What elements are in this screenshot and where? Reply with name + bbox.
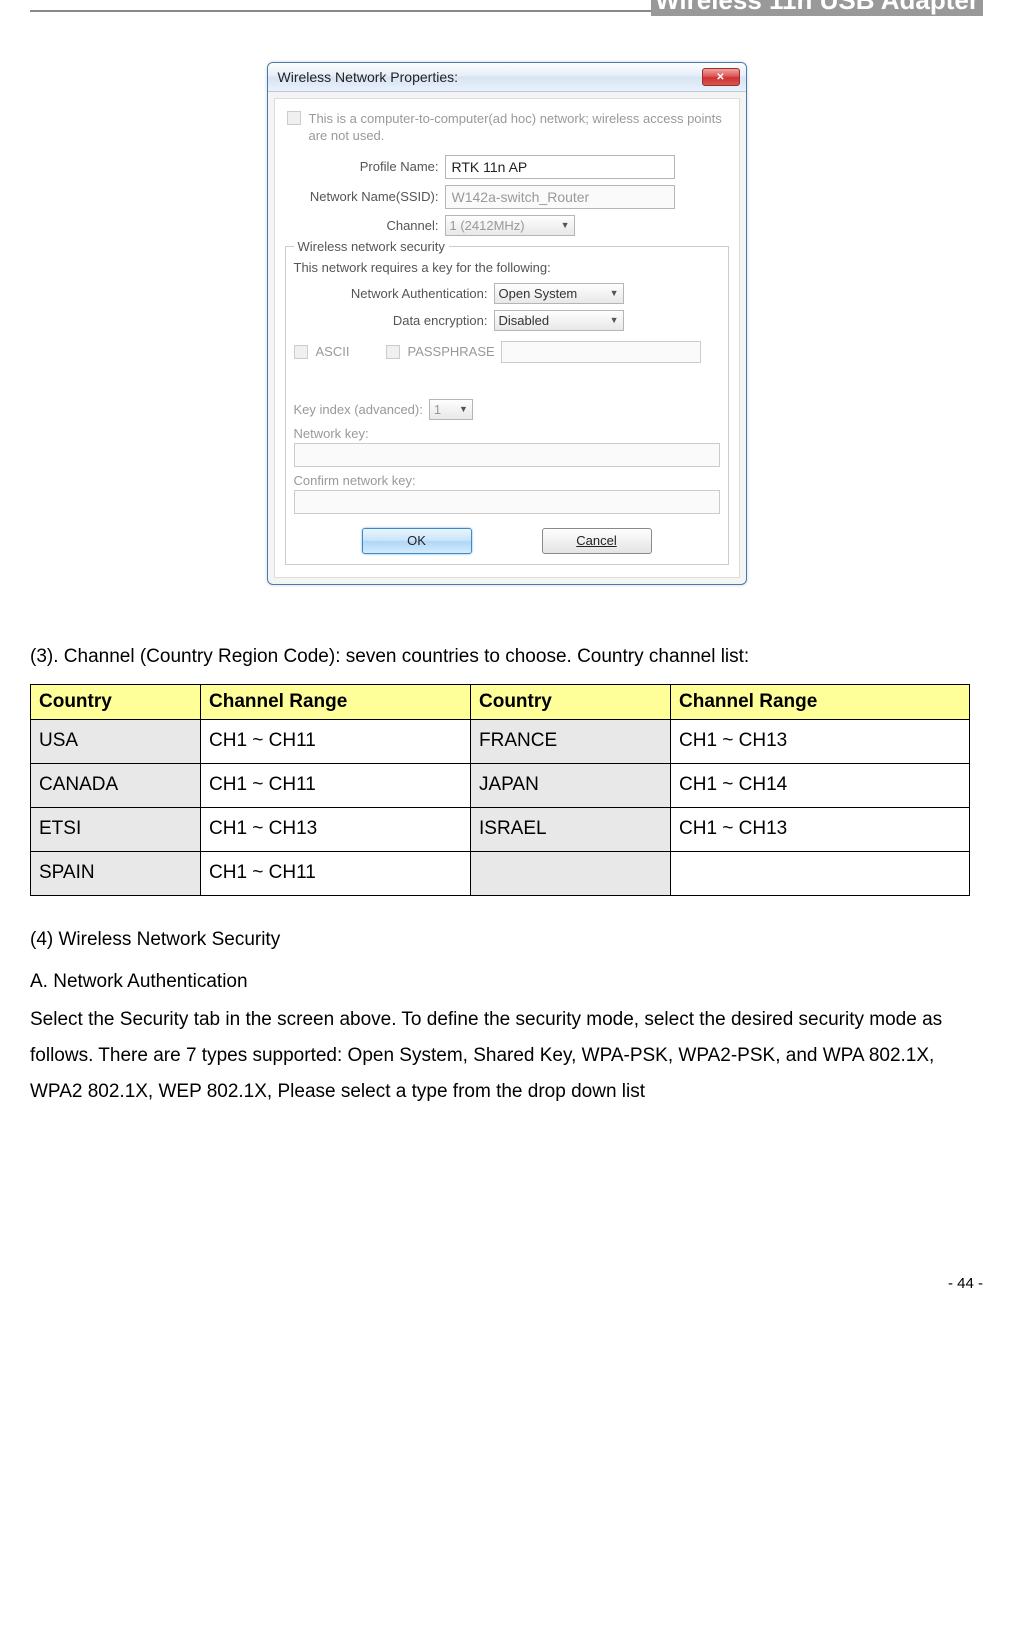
ascii-checkbox <box>294 345 308 359</box>
section4-sub: A. Network Authentication <box>30 964 983 1000</box>
table-header: Country <box>471 684 671 719</box>
table-row: SPAIN CH1 ~ CH11 <box>31 851 970 895</box>
netauth-label: Network Authentication: <box>294 286 494 301</box>
close-icon[interactable]: ✕ <box>702 68 740 86</box>
table-row: USA CH1 ~ CH11 FRANCE CH1 ~ CH13 <box>31 719 970 763</box>
country-channel-table: Country Channel Range Country Channel Ra… <box>30 684 970 896</box>
table-header: Country <box>31 684 201 719</box>
table-row: CANADA CH1 ~ CH11 JAPAN CH1 ~ CH14 <box>31 763 970 807</box>
confirmkey-label: Confirm network key: <box>294 473 720 488</box>
profile-name-label: Profile Name: <box>285 159 445 174</box>
section4-paragraph: Select the Security tab in the screen ab… <box>30 1002 983 1110</box>
security-groupbox: Wireless network security This network r… <box>285 246 729 565</box>
dataenc-select[interactable]: Disabled ▼ <box>494 310 624 331</box>
channel-label: Channel: <box>285 218 445 233</box>
table-row: ETSI CH1 ~ CH13 ISRAEL CH1 ~ CH13 <box>31 807 970 851</box>
ascii-label: ASCII <box>316 344 366 359</box>
netauth-value: Open System <box>499 286 578 301</box>
section3-intro: (3). Channel (Country Region Code): seve… <box>30 640 983 674</box>
passphrase-label: PASSPHRASE <box>408 344 495 359</box>
table-header: Channel Range <box>671 684 970 719</box>
passphrase-input <box>501 341 701 363</box>
security-group-title: Wireless network security <box>294 239 449 254</box>
ssid-input <box>445 185 675 209</box>
confirmkey-input <box>294 490 720 514</box>
chevron-down-icon: ▼ <box>610 315 619 325</box>
dialog-titlebar: Wireless Network Properties: ✕ <box>268 63 746 92</box>
section4-title: (4) Wireless Network Security <box>30 922 983 958</box>
page-header-title: Wireless 11n USB Adapter <box>651 0 983 16</box>
adhoc-checkbox[interactable] <box>287 111 301 125</box>
passphrase-checkbox <box>386 345 400 359</box>
wireless-properties-dialog: Wireless Network Properties: ✕ This is a… <box>267 62 747 585</box>
cancel-button[interactable]: Cancel <box>542 528 652 554</box>
chevron-down-icon: ▼ <box>459 404 468 414</box>
dataenc-label: Data encryption: <box>294 313 494 328</box>
netauth-select[interactable]: Open System ▼ <box>494 283 624 304</box>
table-header: Channel Range <box>201 684 471 719</box>
ssid-label: Network Name(SSID): <box>285 189 445 204</box>
chevron-down-icon: ▼ <box>561 220 570 230</box>
profile-name-input[interactable] <box>445 155 675 179</box>
dialog-title: Wireless Network Properties: <box>278 69 459 85</box>
page-number: - 44 - <box>948 1275 983 1292</box>
keyindex-select: 1 ▼ <box>429 399 473 420</box>
channel-select: 1 (2412MHz) ▼ <box>445 215 575 236</box>
networkkey-label: Network key: <box>294 426 720 441</box>
ok-button[interactable]: OK <box>362 528 472 554</box>
dataenc-value: Disabled <box>499 313 550 328</box>
security-group-sub: This network requires a key for the foll… <box>294 260 720 275</box>
channel-value: 1 (2412MHz) <box>450 218 525 233</box>
keyindex-value: 1 <box>434 402 441 417</box>
networkkey-input <box>294 443 720 467</box>
adhoc-label: This is a computer-to-computer(ad hoc) n… <box>309 111 729 145</box>
chevron-down-icon: ▼ <box>610 288 619 298</box>
keyindex-label: Key index (advanced): <box>294 402 423 417</box>
